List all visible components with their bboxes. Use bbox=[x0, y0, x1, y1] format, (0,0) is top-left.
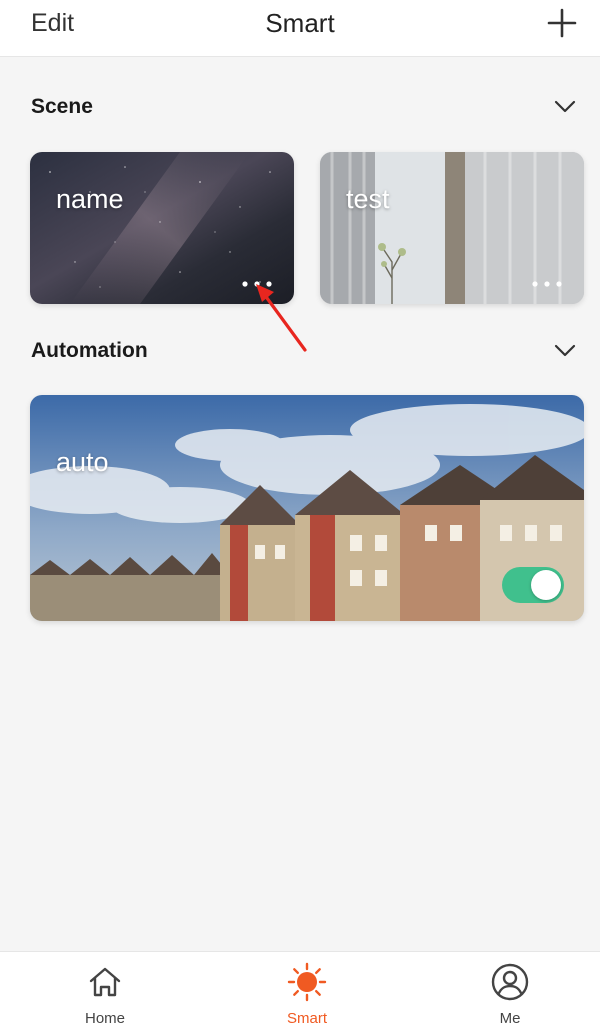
smart-screen: Edit Smart Scene name test Automation au… bbox=[0, 0, 600, 1032]
add-button[interactable] bbox=[546, 7, 578, 39]
scene-card-label: name bbox=[56, 184, 124, 214]
user-icon bbox=[491, 963, 529, 1001]
annotation-arrow bbox=[256, 284, 307, 352]
houses-background-image bbox=[30, 395, 584, 621]
automation-collapse-toggle[interactable] bbox=[554, 344, 576, 358]
automation-card-label: auto bbox=[56, 447, 109, 477]
chevron-down-icon bbox=[554, 344, 576, 357]
plus-icon bbox=[547, 8, 577, 38]
automation-enable-toggle[interactable] bbox=[502, 567, 564, 603]
tab-me[interactable]: Me bbox=[450, 952, 570, 1032]
automation-section-title: Automation bbox=[31, 339, 148, 362]
tab-label: Smart bbox=[286, 1010, 327, 1027]
top-bar: Edit Smart bbox=[0, 0, 600, 57]
scene-card-label: test bbox=[346, 184, 390, 214]
more-horizontal-icon bbox=[532, 281, 562, 287]
scene-card-test[interactable]: test bbox=[320, 152, 584, 304]
automation-card-auto[interactable]: auto bbox=[30, 395, 584, 621]
tab-label: Me bbox=[499, 1010, 521, 1027]
scene-collapse-toggle[interactable] bbox=[554, 100, 576, 114]
tab-label: Home bbox=[84, 1010, 125, 1027]
scene-more-button[interactable] bbox=[530, 276, 564, 287]
tab-home[interactable]: Home bbox=[45, 952, 165, 1032]
sun-icon bbox=[287, 962, 327, 1002]
scene-section-title: Scene bbox=[31, 95, 93, 118]
bottom-tab-bar: Home Smart Me bbox=[0, 951, 600, 1032]
page-title: Smart bbox=[265, 8, 335, 38]
chevron-down-icon bbox=[554, 100, 576, 113]
home-icon bbox=[89, 967, 121, 997]
toggle-knob bbox=[531, 570, 561, 600]
tab-smart[interactable]: Smart bbox=[247, 952, 367, 1032]
